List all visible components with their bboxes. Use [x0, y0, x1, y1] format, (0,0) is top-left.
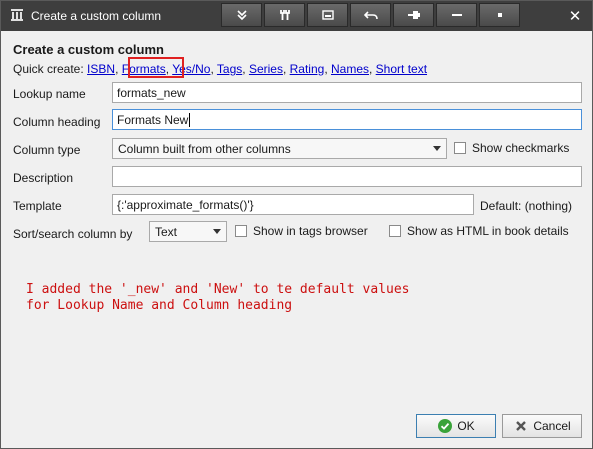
checkbox-box: [389, 225, 401, 237]
sort-search-select[interactable]: Text: [149, 221, 227, 242]
close-icon[interactable]: ✕: [563, 5, 587, 27]
quick-create-row: Quick create: ISBN, Formats, Yes/No, Tag…: [13, 62, 428, 76]
annotation-line-2: for Lookup Name and Column heading: [26, 298, 293, 313]
sort-search-label: Sort/search column by: [13, 227, 133, 241]
formats-highlight-box: [128, 57, 184, 78]
column-type-label: Column type: [13, 143, 81, 157]
move-down-icon[interactable]: [221, 3, 262, 27]
annotation-line-1: I added the '_new' and 'New' to te defau…: [26, 282, 410, 297]
checkbox-box: [454, 142, 466, 154]
cancel-x-icon: [513, 418, 529, 434]
lookup-name-label: Lookup name: [13, 87, 86, 101]
template-default-label: Default: (nothing): [480, 199, 573, 213]
column-heading-input[interactable]: Formats New: [112, 109, 582, 130]
chevron-down-icon: [213, 229, 221, 234]
window-title: Create a custom column: [31, 9, 162, 23]
description-label: Description: [13, 171, 74, 185]
sort-search-value: Text: [155, 225, 178, 239]
quick-link-isbn[interactable]: ISBN: [87, 62, 115, 76]
checkbox-box: [235, 225, 247, 237]
quick-link-series[interactable]: Series: [249, 62, 283, 76]
description-input[interactable]: [112, 166, 582, 187]
quick-link-names[interactable]: Names: [331, 62, 369, 76]
undo-icon[interactable]: [350, 3, 391, 27]
dialog-heading: Create a custom column: [13, 42, 164, 57]
cancel-button[interactable]: Cancel: [502, 414, 582, 438]
title-toolbar: [221, 3, 522, 29]
pin-icon[interactable]: [393, 3, 434, 27]
show-checkmarks-checkbox[interactable]: Show checkmarks: [454, 141, 569, 155]
template-label: Template: [13, 199, 62, 213]
quick-link-rating[interactable]: Rating: [290, 62, 325, 76]
ok-button[interactable]: OK: [416, 414, 496, 438]
quick-link-tags[interactable]: Tags: [217, 62, 242, 76]
ok-label: OK: [457, 419, 475, 433]
chevron-down-icon: [433, 146, 441, 151]
text-cursor: [189, 113, 191, 127]
dialog-window: Create a custom column ✕ Create a custom…: [0, 0, 593, 449]
lookup-name-input[interactable]: formats_new: [112, 82, 582, 103]
show-checkmarks-label: Show checkmarks: [472, 141, 570, 155]
annotation-note: I added the '_new' and 'New' to te defau…: [26, 282, 410, 314]
column-heading-label: Column heading: [13, 115, 101, 129]
title-bar: Create a custom column ✕: [1, 1, 592, 31]
column-type-value: Column built from other columns: [118, 142, 291, 156]
checkmark-icon: [437, 418, 453, 434]
wrench-icon[interactable]: [264, 3, 305, 27]
quick-create-label: Quick create:: [13, 62, 84, 76]
quick-link-short-text[interactable]: Short text: [376, 62, 427, 76]
column-heading-value: Formats New: [117, 113, 189, 127]
minimize-icon[interactable]: [436, 3, 477, 27]
column-type-select[interactable]: Column built from other columns: [112, 138, 447, 159]
minimize-to-tray-icon[interactable]: [307, 3, 348, 27]
cancel-label: Cancel: [533, 419, 571, 433]
show-as-html-label: Show as HTML in book details: [407, 224, 569, 238]
dot-icon[interactable]: [479, 3, 520, 27]
show-in-tags-browser-checkbox[interactable]: Show in tags browser: [235, 224, 368, 238]
show-in-tags-browser-label: Show in tags browser: [253, 224, 368, 238]
template-input[interactable]: {:'approximate_formats()'}: [112, 194, 474, 215]
calibre-app-icon: [10, 8, 24, 22]
show-as-html-checkbox[interactable]: Show as HTML in book details: [389, 224, 569, 238]
